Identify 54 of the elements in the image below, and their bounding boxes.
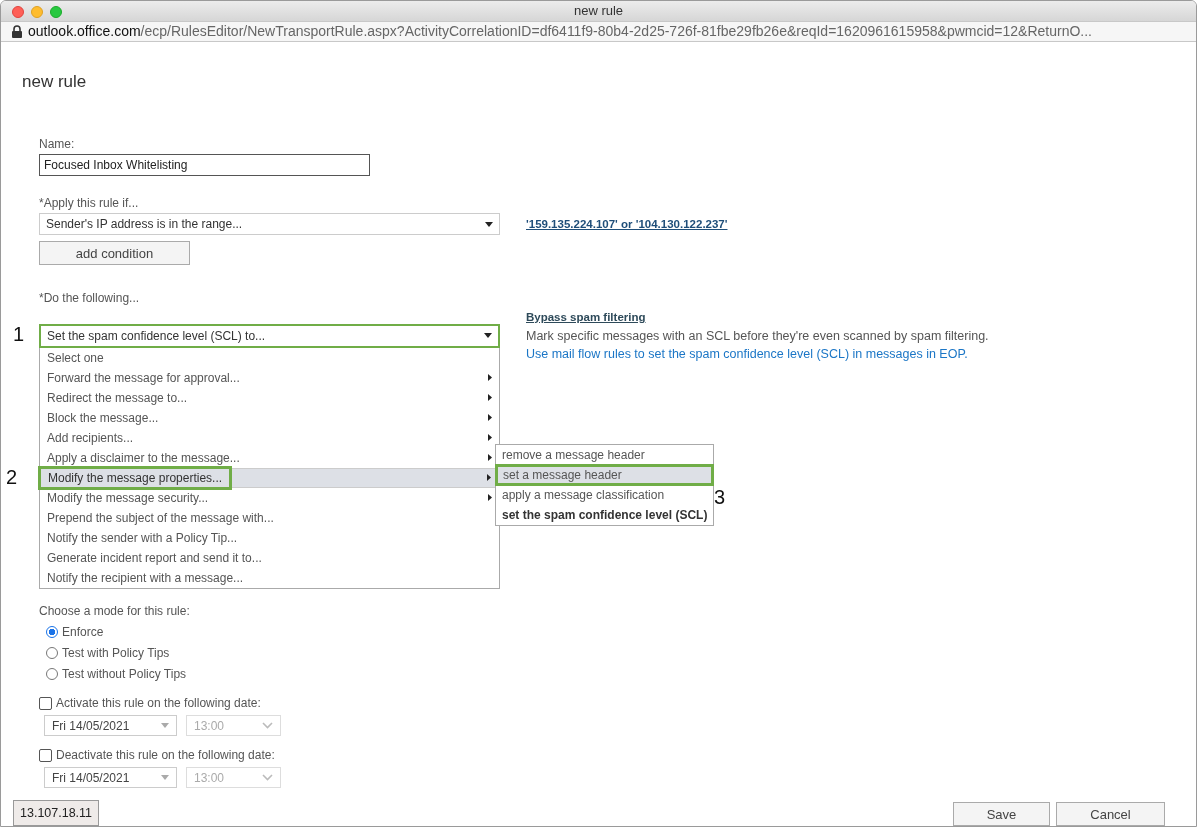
caret-icon: [161, 775, 169, 780]
menu-item[interactable]: Notify the recipient with a message...: [40, 567, 499, 588]
cancel-button[interactable]: Cancel: [1056, 802, 1165, 826]
date-dropdown[interactable]: Fri 14/05/2021: [44, 715, 177, 736]
ip-range-link[interactable]: '159.135.224.107' or '104.130.122.237': [526, 218, 1196, 230]
mode-label: Choose a mode for this rule:: [39, 604, 190, 618]
date-dropdown[interactable]: Fri 14/05/2021: [44, 767, 177, 788]
close-button[interactable]: [12, 6, 24, 18]
help-title-link[interactable]: Bypass spam filtering: [526, 311, 646, 323]
window-title: new rule: [573, 3, 624, 19]
submenu-item[interactable]: set the spam confidence level (SCL): [496, 504, 714, 525]
field-label: Name:: [39, 137, 76, 151]
page-heading: new rule: [22, 72, 88, 92]
submenu-item[interactable]: set a message header: [496, 464, 714, 485]
condition-dropdown[interactable]: Sender's IP address is in the range...: [39, 213, 500, 235]
radio-label: Test with Policy Tips: [62, 645, 170, 660]
save-button[interactable]: Save: [953, 802, 1050, 826]
radio-label: Test without Policy Tips: [62, 666, 187, 681]
name-input[interactable]: Focused Inbox Whitelisting: [39, 154, 370, 176]
zoom-button[interactable]: [50, 6, 62, 18]
checkbox[interactable]: [39, 696, 52, 710]
menu-item[interactable]: Generate incident report and send it to...: [40, 547, 499, 568]
caret-icon: [485, 221, 493, 227]
status-tooltip: 13.107.18.11: [13, 800, 100, 826]
callout-number: 2: [6, 465, 18, 489]
caret-icon: [484, 333, 492, 338]
callout-number: 3: [714, 485, 726, 509]
submenu-item[interactable]: apply a message classification: [496, 484, 714, 505]
help-link[interactable]: Use mail flow rules to set the spam confidence level (SCL) in messages in EOP.: [526, 347, 968, 361]
menu-item[interactable]: Block the message...: [40, 407, 499, 428]
callout-number: 1: [13, 322, 25, 346]
caret-icon: [161, 723, 169, 728]
checkbox-label: Activate this rule on the following date:: [56, 696, 261, 710]
radio-button[interactable]: [46, 625, 58, 638]
add-condition-button[interactable]: add condition: [39, 241, 190, 265]
checkbox-label: Deactivate this rule on the following date:: [56, 748, 275, 762]
submenu-item[interactable]: remove a message header: [496, 444, 714, 465]
menu-item[interactable]: Prepend the subject of the message with...: [40, 507, 499, 528]
action-dropdown[interactable]: Set the spam confidence level (SCL) to...: [39, 323, 500, 348]
menu-item[interactable]: Notify the sender with a Policy Tip...: [40, 527, 499, 548]
lock-icon: [12, 24, 22, 38]
menu-item[interactable]: Apply a disclaimer to the message...: [40, 447, 499, 468]
help-text: Mark specific messages with an SCL before they're even scanned by spam filtering. Use mail flow rules to set the spam confidence level (SCL) in messages in EOP.: [526, 328, 990, 363]
chevron-icon: [262, 722, 273, 729]
chevron-icon: [262, 774, 273, 781]
menu-item[interactable]: Redirect the message to...: [40, 387, 499, 408]
menu-item[interactable]: Modify the message security...: [40, 487, 499, 508]
menu-item[interactable]: Forward the message for approval...: [40, 367, 499, 388]
field-label: *Apply this rule if...: [39, 196, 140, 210]
menu-item[interactable]: Select one: [40, 347, 499, 368]
menu-item[interactable]: Add recipients...: [40, 427, 499, 448]
checkbox[interactable]: [39, 748, 52, 762]
field-label: *Do the following...: [39, 291, 141, 305]
radio-label: Enforce: [62, 624, 104, 639]
